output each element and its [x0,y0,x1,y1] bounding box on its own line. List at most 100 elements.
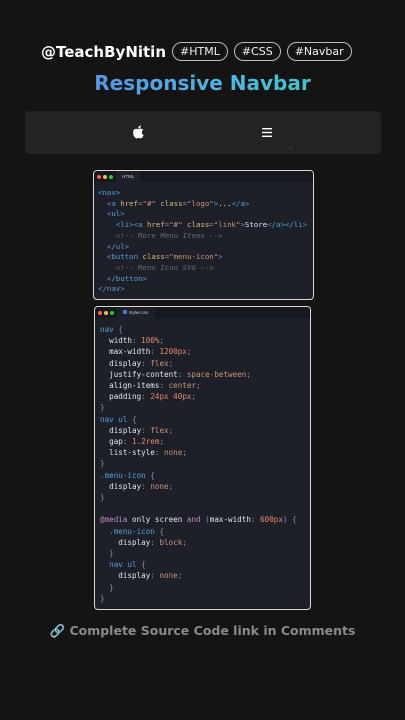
html-code-line: <!-- More Menu Items --> [98,231,313,242]
code-token: center [168,381,197,391]
code-token: width [100,336,133,346]
close-dot-icon [98,310,102,315]
code-token: : [154,448,165,458]
code-token: } [100,403,105,413]
code-token: Store [244,220,268,230]
html-code-window: HTML <nav> <a href="#" class="logo">...<… [93,170,314,300]
code-token: <!-- Menu Icon SVG --> [115,262,214,272]
code-token: ; [182,537,187,547]
code-token: nav [100,325,114,334]
code-token: href [146,220,165,230]
code-token: : [141,392,151,402]
code-token: padding [100,392,142,402]
maximize-dot-icon [110,310,114,315]
code-token: : [141,481,151,491]
html-tab-label: HTML [122,174,135,179]
code-token: space-between [186,369,247,379]
html-code-line: <button class="menu-icon"> [98,252,313,263]
author-handle: @TeachByNitin [41,42,167,61]
code-token: ; [168,425,174,435]
css-file-icon [123,310,127,314]
css-code-line: display: flex; [100,358,310,369]
css-code-line: } [100,593,310,604]
code-token: nav ul [100,414,128,424]
code-token: : [141,358,151,368]
code-token: > [218,252,223,262]
css-code-line: padding: 24px 40px; [100,391,310,402]
code-token: list-style [100,448,155,458]
css-code-line [100,503,310,514]
code-token: "logo" [187,198,214,208]
code-token: : [250,515,261,525]
code-token: <nav> [98,188,121,197]
css-code-line: } [100,582,310,593]
code-token: "#" [169,220,183,230]
code-token: </a></li> [267,220,308,230]
code-token: only screen [127,515,187,525]
code-token: max-width [209,515,251,525]
code-token: display [100,571,151,581]
code-token: ; [159,437,165,447]
html-code-line: </ul> [98,242,313,253]
code-token: 1200px [159,347,187,357]
code-token: : [122,437,133,447]
css-tab[interactable]: styles.css [117,307,155,318]
css-code-line: display: block; [100,537,310,548]
hashtag-css: #CSS [233,42,281,61]
css-code-block: nav { width: 100%; max-width: 1200px; di… [95,318,310,604]
page-title: Responsive Navbar [0,71,405,95]
code-token: justify-content [100,369,178,379]
code-token: flex [150,425,169,435]
css-code-line: list-style: none; [100,447,310,458]
css-code-line: } [100,458,310,469]
code-token: "menu-icon" [169,252,219,262]
css-code-line: gap: 1.2rem; [100,436,310,447]
code-token: } [100,593,105,603]
html-code-line: </nav> [98,284,313,295]
css-code-line: max-width: 1200px; [100,346,310,357]
code-token: ; [186,347,192,357]
code-token: } [100,582,114,592]
code-token: </button> [106,273,147,283]
code-token: and [186,515,201,525]
css-code-line: @media only screen and (max-width: 600px… [100,514,310,525]
code-token: </a> [231,198,250,208]
code-token: ... [218,198,232,208]
code-token: <li><a [115,220,147,230]
code-token: { [113,325,123,334]
css-code-line: display: flex; [100,425,310,436]
html-code-line: </button> [98,274,313,285]
footer-note: 🔗 Complete Source Code link in Comments [49,623,356,638]
code-token: .menu-icon [100,470,146,480]
close-dot-icon [97,174,101,179]
code-token: <ul> [106,209,125,219]
code-token: class [142,252,165,262]
code-token: href [120,198,139,208]
code-token: : [132,336,142,346]
apple-icon[interactable] [132,125,144,139]
css-code-line: width: 100%; [100,335,310,346]
code-token: display [100,358,142,368]
navbar-preview: .: [25,111,381,154]
code-token: } [100,549,114,559]
code-token: </ul> [106,241,130,251]
html-tab[interactable]: HTML [116,171,141,182]
html-code-line: <!-- Menu Icon SVG --> [98,263,313,274]
code-token: none [159,571,178,581]
html-code-line: <nav> [98,188,313,199]
css-code-line: justify-content: space-between; [100,369,310,380]
code-token: { [136,560,146,570]
css-code-line: .menu-icon { [100,470,310,481]
hamburger-menu-icon[interactable] [262,128,272,137]
css-code-line: display: none; [100,570,310,581]
code-token: : [177,369,187,379]
code-token: ) { [282,515,297,525]
minimize-dot-icon [104,310,108,315]
code-token: </nav> [98,284,125,294]
code-token: "link" [213,220,241,230]
